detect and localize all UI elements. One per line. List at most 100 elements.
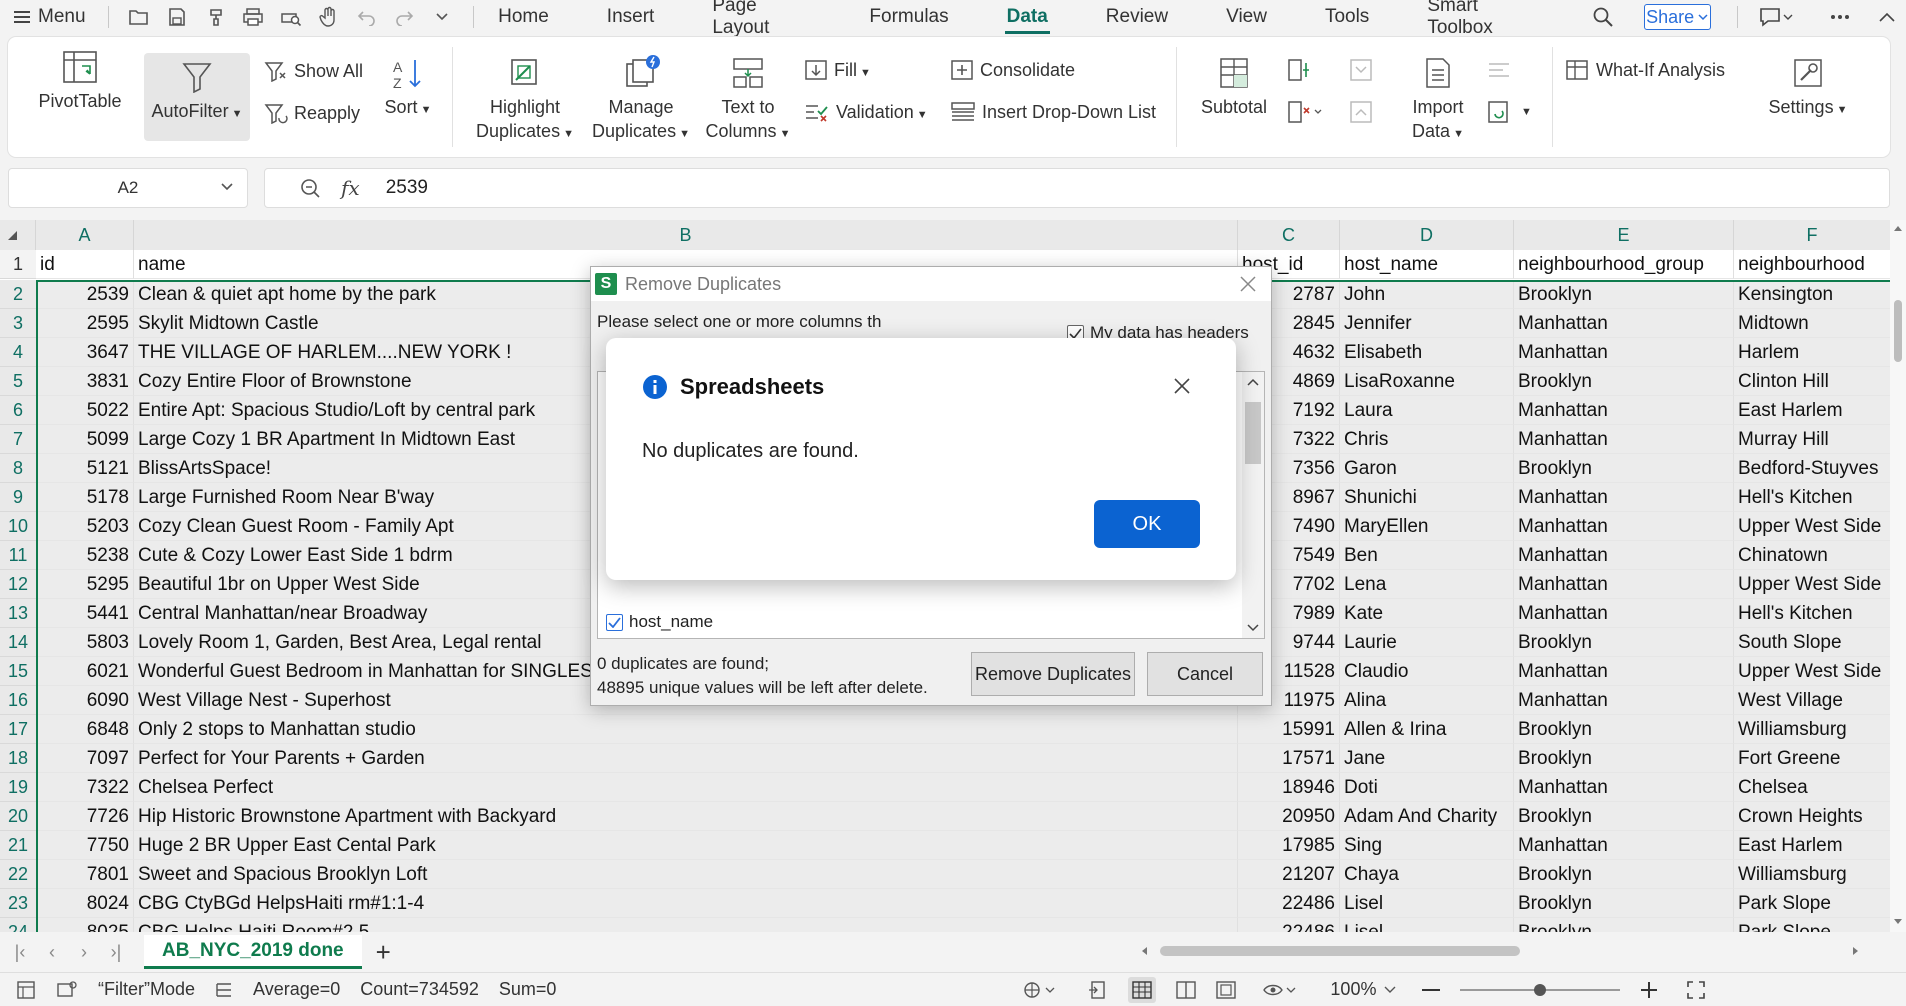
formula-value[interactable]: 2539 — [386, 177, 428, 199]
select-all-corner[interactable] — [0, 220, 36, 250]
cell-neighbourhood-group[interactable]: Manhattan — [1514, 686, 1734, 715]
autofilter-button[interactable]: AutoFilter ▼ — [144, 53, 250, 141]
cell-host-id[interactable]: 17985 — [1238, 831, 1340, 860]
row-header[interactable]: 14 — [0, 628, 36, 657]
cell-id[interactable]: 5803 — [36, 628, 134, 657]
function-icon[interactable]: fx — [341, 176, 360, 200]
row-header[interactable]: 5 — [0, 367, 36, 396]
cell-neighbourhood-group[interactable]: Manhattan — [1514, 396, 1734, 425]
zoom-out-icon[interactable] — [1422, 988, 1441, 992]
page-icon[interactable] — [1088, 980, 1108, 1000]
row-header[interactable]: 24 — [0, 918, 36, 932]
column-header-c[interactable]: C — [1238, 220, 1340, 250]
list-scrollbar[interactable] — [1242, 372, 1264, 638]
chevron-up-icon[interactable] — [1247, 378, 1259, 386]
import-data-button[interactable]: Import Data ▼ — [1400, 53, 1476, 146]
cell-host-name[interactable]: Allen & Irina — [1340, 715, 1514, 744]
highlight-duplicates-button[interactable]: Highlight Duplicates ▼ — [466, 53, 584, 146]
column-header-d[interactable]: D — [1340, 220, 1514, 250]
page-layout-view-icon[interactable] — [1216, 980, 1237, 999]
cell-name[interactable]: Chelsea Perfect — [134, 773, 1238, 802]
cell-host-name[interactable]: Laurie — [1340, 628, 1514, 657]
cell-name[interactable]: Perfect for Your Parents + Garden — [134, 744, 1238, 773]
cell-host-id[interactable]: 21207 — [1238, 860, 1340, 889]
cell-id[interactable]: 5121 — [36, 454, 134, 483]
cell-id[interactable]: 7097 — [36, 744, 134, 773]
cell-neighbourhood-group[interactable]: Manhattan — [1514, 338, 1734, 367]
cell-neighbourhood[interactable]: Upper West Side — [1734, 570, 1890, 599]
cell-neighbourhood[interactable]: Williamsburg — [1734, 715, 1890, 744]
refresh-button[interactable]: ▼ — [1486, 97, 1532, 127]
cell-host-name[interactable]: Lena — [1340, 570, 1514, 599]
cell-host-name[interactable]: John — [1340, 280, 1514, 309]
cell-neighbourhood-group[interactable]: Manhattan — [1514, 425, 1734, 454]
cell-neighbourhood[interactable]: Park Slope — [1734, 889, 1890, 918]
consolidate-button[interactable]: Consolidate — [950, 55, 1075, 85]
subtotal-button[interactable]: Subtotal — [1188, 53, 1280, 119]
redo-icon[interactable] — [390, 2, 418, 32]
cell-id[interactable]: 3647 — [36, 338, 134, 367]
normal-view-icon[interactable] — [1128, 976, 1157, 1003]
cell-neighbourhood-group[interactable]: Manhattan — [1514, 309, 1734, 338]
comment-icon[interactable] — [1755, 2, 1798, 32]
cell-neighbourhood[interactable]: Fort Greene — [1734, 744, 1890, 773]
cell-host-name[interactable]: Chaya — [1340, 860, 1514, 889]
cell-neighbourhood[interactable]: Clinton Hill — [1734, 367, 1890, 396]
cell-name[interactable]: Only 2 stops to Manhattan studio — [134, 715, 1238, 744]
cell-id[interactable]: 6848 — [36, 715, 134, 744]
cell-host-name[interactable]: Adam And Charity — [1340, 802, 1514, 831]
row-header[interactable]: 18 — [0, 744, 36, 773]
cell-neighbourhood[interactable]: South Slope — [1734, 628, 1890, 657]
cell-host-name[interactable]: Jennifer — [1340, 309, 1514, 338]
row-header[interactable]: 12 — [0, 570, 36, 599]
horizontal-scroll-thumb[interactable] — [1160, 946, 1520, 956]
row-header[interactable]: 19 — [0, 773, 36, 802]
cell-id[interactable]: 5099 — [36, 425, 134, 454]
cell-id[interactable]: 5295 — [36, 570, 134, 599]
cell-neighbourhood-group[interactable]: Brooklyn — [1514, 628, 1734, 657]
column-header-b[interactable]: B — [134, 220, 1238, 250]
cell-host-name[interactable]: Doti — [1340, 773, 1514, 802]
cell-id[interactable]: 5441 — [36, 599, 134, 628]
remove-duplicates-button[interactable]: Remove Duplicates — [971, 652, 1135, 696]
column-header-f[interactable]: F — [1734, 220, 1890, 250]
show-all-button[interactable]: Show All — [264, 56, 363, 86]
scroll-left-icon[interactable] — [1140, 946, 1148, 956]
cell-id[interactable]: 5203 — [36, 512, 134, 541]
zoom-slider[interactable] — [1460, 980, 1621, 1000]
first-sheet-icon[interactable]: |‹ — [4, 942, 36, 963]
zoom-in-icon[interactable] — [1640, 981, 1658, 999]
reapply-button[interactable]: Reapply — [264, 98, 360, 128]
cell-host-name[interactable]: LisaRoxanne — [1340, 367, 1514, 396]
row-header-1[interactable]: 1 — [0, 250, 36, 279]
cell-id[interactable]: 2539 — [36, 280, 134, 309]
horizontal-scrollbar[interactable] — [1140, 942, 1860, 958]
column-header-e[interactable]: E — [1514, 220, 1734, 250]
cell-host-name[interactable]: Elisabeth — [1340, 338, 1514, 367]
cell-neighbourhood-group[interactable]: Manhattan — [1514, 483, 1734, 512]
cell-mode-icon[interactable] — [16, 980, 36, 1000]
macro-icon[interactable] — [56, 980, 78, 1000]
cell-host-name[interactable]: Jane — [1340, 744, 1514, 773]
checkbox-checked-icon[interactable] — [606, 613, 623, 631]
cell-neighbourhood-group[interactable]: Brooklyn — [1514, 280, 1734, 309]
cell-name[interactable]: Sweet and Spacious Brooklyn Loft — [134, 860, 1238, 889]
cell-neighbourhood[interactable]: Williamsburg — [1734, 860, 1890, 889]
cell-neighbourhood[interactable]: Kensington — [1734, 280, 1890, 309]
row-header[interactable]: 6 — [0, 396, 36, 425]
row-header[interactable]: 22 — [0, 860, 36, 889]
cell-neighbourhood[interactable]: East Harlem — [1734, 396, 1890, 425]
cell-host-name[interactable]: Alina — [1340, 686, 1514, 715]
cell-host-name[interactable]: Lisel — [1340, 889, 1514, 918]
list-scroll-thumb[interactable] — [1245, 402, 1261, 464]
cell-id[interactable]: 6090 — [36, 686, 134, 715]
cell-id[interactable]: 6021 — [36, 657, 134, 686]
vertical-scrollbar[interactable] — [1890, 220, 1906, 932]
group-icon[interactable] — [1286, 55, 1312, 85]
cell-neighbourhood-group[interactable]: Manhattan — [1514, 512, 1734, 541]
row-header[interactable]: 2 — [0, 280, 36, 309]
header-host-name[interactable]: host_name — [1340, 250, 1514, 279]
cell-host-id[interactable]: 22486 — [1238, 889, 1340, 918]
cell-neighbourhood-group[interactable]: Brooklyn — [1514, 367, 1734, 396]
tab-formulas[interactable]: Formulas — [867, 0, 950, 34]
